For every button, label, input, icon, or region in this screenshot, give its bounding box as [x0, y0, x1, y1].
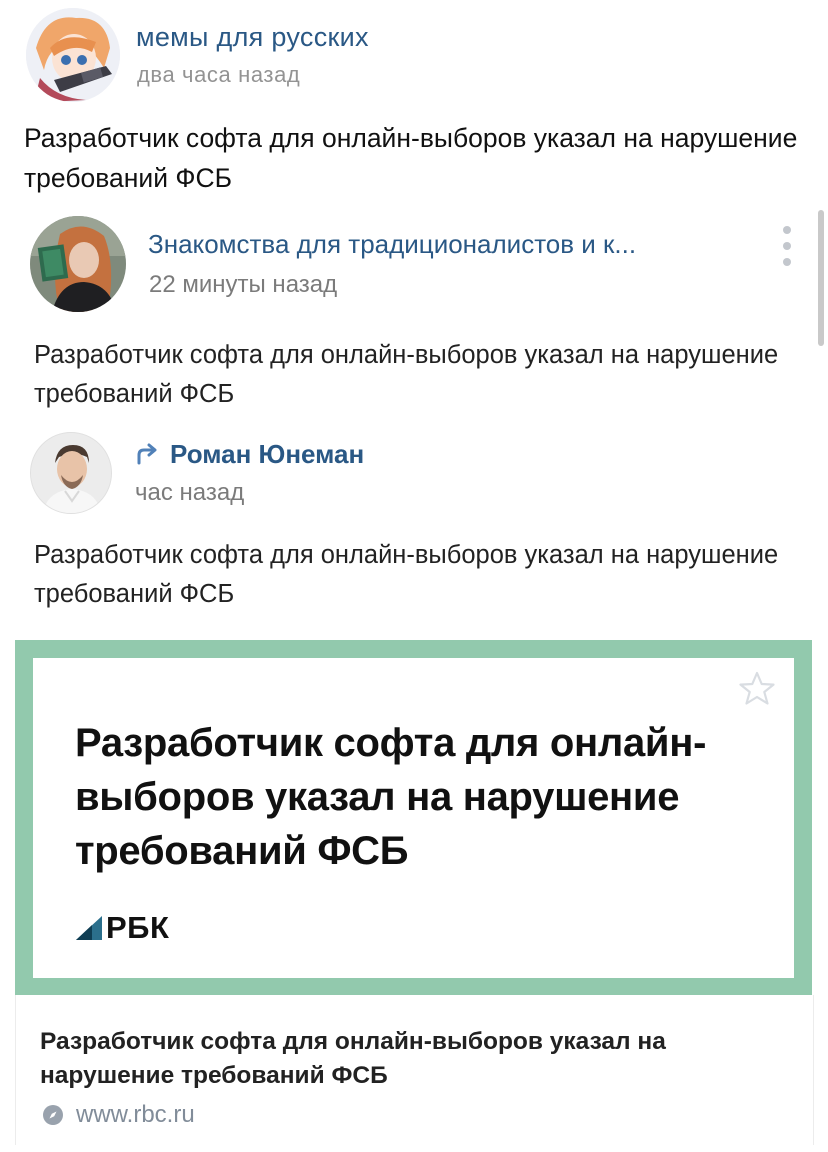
repost-timestamp: час назад: [135, 479, 245, 506]
link-preview-title[interactable]: Разработчик софта для онлайн-выборов ука…: [40, 1025, 780, 1093]
community-name[interactable]: мемы для русских: [136, 22, 369, 53]
repost-author-avatar[interactable]: [30, 432, 112, 514]
rbc-logo-text: РБК: [106, 910, 170, 945]
link-preview-image-panel: Разработчик софта для онлайн-выборов ука…: [33, 658, 794, 978]
repost-text: Разработчик софта для онлайн-выборов ука…: [34, 541, 779, 608]
repost-arrow-icon: [137, 443, 157, 465]
rbc-logo-mark-icon: [76, 916, 102, 940]
link-preview-headline: Разработчик софта для онлайн-выборов ука…: [75, 721, 707, 873]
shared-post-timestamp: 22 минуты назад: [149, 271, 338, 298]
link-preview-url[interactable]: www.rbc.ru: [76, 1101, 195, 1129]
man-portrait-avatar-image: [31, 433, 111, 513]
more-options-icon[interactable]: [774, 226, 800, 266]
shared-community-avatar[interactable]: [30, 216, 126, 312]
link-preview-image[interactable]: Разработчик софта для онлайн-выборов ука…: [15, 640, 812, 995]
shared-community-name[interactable]: Знакомства для традиционалистов и к...: [148, 229, 636, 260]
link-preview-source[interactable]: www.rbc.ru: [42, 1101, 195, 1129]
link-preview-caption[interactable]: Разработчик софта для онлайн-выборов ука…: [15, 995, 814, 1145]
repost-author-name[interactable]: Роман Юнеман: [170, 439, 364, 470]
scrollbar[interactable]: [818, 210, 824, 346]
shared-post-text: Разработчик софта для онлайн-выборов ука…: [34, 341, 779, 408]
rbc-logo: РБК: [76, 910, 169, 946]
woman-with-book-avatar-image: [30, 216, 126, 312]
compass-icon: [43, 1105, 63, 1125]
post-text: Разработчик софта для онлайн-выборов ука…: [24, 123, 798, 193]
post-timestamp: два часа назад: [137, 62, 301, 87]
community-avatar[interactable]: [26, 8, 120, 102]
star-bookmark-icon[interactable]: [738, 670, 776, 708]
anime-character-avatar-image: [26, 8, 120, 102]
